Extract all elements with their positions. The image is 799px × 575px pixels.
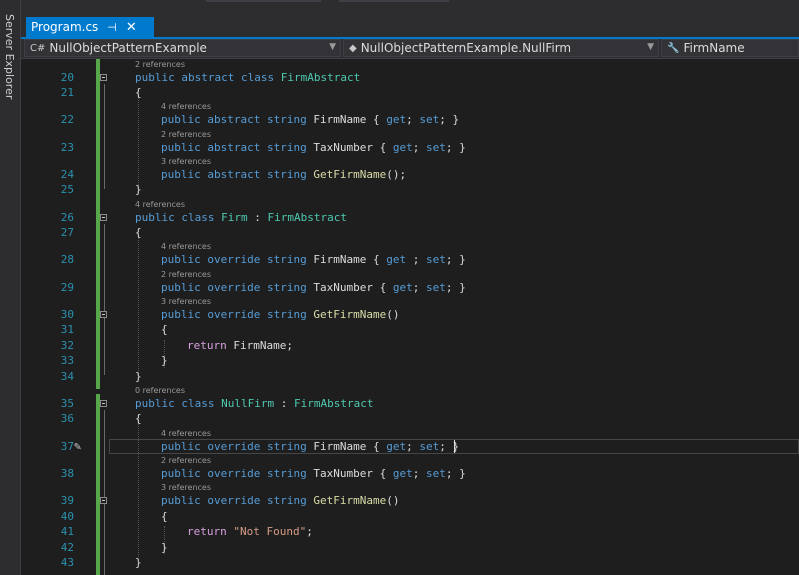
line-number: 35 (60, 397, 74, 410)
line-number: 29 (60, 281, 74, 294)
codelens-references[interactable]: 2 references (135, 60, 185, 69)
codelens-references[interactable]: 4 references (161, 242, 211, 251)
code-line: { (161, 510, 168, 523)
code-line: public class NullFirm : FirmAbstract (135, 397, 374, 410)
line-number: 26 (60, 211, 74, 224)
line-number: 33 (60, 354, 74, 367)
code-line: public override string TaxNumber { get; … (161, 281, 466, 294)
code-line: } (161, 354, 168, 367)
chevron-down-icon: ▼ (647, 42, 654, 52)
code-line: public class Firm : FirmAbstract (135, 211, 347, 224)
change-bar (96, 59, 100, 389)
codelens-references[interactable]: 2 references (161, 456, 211, 465)
chevron-down-icon: ▼ (329, 42, 336, 52)
project-dropdown[interactable]: C# NullObjectPatternExample ▼ (24, 39, 341, 57)
code-line: public abstract string GetFirmName(); (161, 168, 407, 181)
outline-line (104, 84, 105, 189)
server-explorer-tab[interactable]: Server Explorer (3, 14, 16, 99)
top-strip (21, 0, 799, 17)
line-number: 43 (60, 556, 74, 569)
code-line: } (135, 556, 142, 569)
code-editor[interactable]: ✎ 20 21 22 23 24 25 26 27 28 29 30 31 32… (21, 59, 799, 575)
line-number: 20 (60, 71, 74, 84)
outline-line (104, 410, 105, 575)
code-line: public override string GetFirmName() (161, 494, 400, 507)
change-bar (96, 394, 100, 575)
code-line: } (135, 370, 142, 383)
left-tool-strip: Server Explorer (0, 0, 21, 575)
line-number: 36 (60, 412, 74, 425)
edit-pencil-icon[interactable]: ✎ (74, 439, 81, 453)
member-label: FirmName (683, 41, 745, 55)
project-label: NullObjectPatternExample (49, 41, 207, 55)
code-line: { (135, 226, 142, 239)
collapse-toggle[interactable] (100, 311, 107, 318)
line-number: 21 (60, 86, 74, 99)
type-label: NullObjectPatternExample.NullFirm (360, 41, 572, 55)
document-tab-well: Program.cs ⊣ ✕ (21, 17, 799, 37)
outline-line (104, 224, 105, 375)
codelens-references[interactable]: 4 references (161, 102, 211, 111)
codelens-references[interactable]: 3 references (161, 297, 211, 306)
toolbar-edge (206, 0, 321, 2)
collapse-toggle[interactable] (100, 497, 107, 504)
code-line: return FirmName; (187, 339, 293, 352)
code-line: public abstract class FirmAbstract (135, 71, 361, 84)
line-number: 22 (60, 113, 74, 126)
line-number: 23 (60, 141, 74, 154)
codelens-references[interactable]: 4 references (161, 429, 211, 438)
line-number: 38 (60, 467, 74, 480)
tab-program-cs[interactable]: Program.cs ⊣ ✕ (26, 17, 154, 37)
line-number: 37 (60, 440, 74, 453)
line-number: 31 (60, 323, 74, 336)
csharp-project-icon: C# (30, 42, 46, 54)
code-line: { (135, 412, 142, 425)
code-line: } (135, 183, 142, 196)
codelens-references[interactable]: 2 references (161, 270, 211, 279)
line-number: 30 (60, 308, 74, 321)
navigation-bar: C# NullObjectPatternExample ▼ ◆ NullObje… (21, 39, 799, 59)
tab-label: Program.cs (31, 20, 99, 34)
indent-guide (138, 98, 139, 185)
collapse-toggle[interactable] (100, 400, 107, 407)
line-number: 42 (60, 541, 74, 554)
codelens-references[interactable]: 4 references (135, 200, 185, 209)
code-line: { (161, 323, 168, 336)
line-number: 25 (60, 183, 74, 196)
close-icon[interactable]: ✕ (126, 20, 137, 35)
code-line: public override string TaxNumber { get; … (161, 467, 466, 480)
code-line: } (161, 541, 168, 554)
member-dropdown[interactable]: 🔧 FirmName (661, 39, 799, 57)
line-number: 28 (60, 253, 74, 266)
line-number: 39 (60, 494, 74, 507)
line-number: 34 (60, 370, 74, 383)
collapse-toggle[interactable] (100, 74, 107, 81)
codelens-references[interactable]: 0 references (135, 386, 185, 395)
codelens-references[interactable]: 2 references (161, 130, 211, 139)
codelens-references[interactable]: 3 references (161, 483, 211, 492)
class-icon: ◆ (349, 42, 357, 54)
code-line: public override string FirmName { get ; … (161, 253, 466, 266)
indent-guide (138, 238, 139, 371)
codelens-references[interactable]: 3 references (161, 157, 211, 166)
code-line: public override string FirmName { get; s… (161, 440, 460, 453)
line-number: 41 (60, 525, 74, 538)
code-line: public abstract string FirmName { get; s… (161, 113, 460, 126)
type-dropdown[interactable]: ◆ NullObjectPatternExample.NullFirm ▼ (343, 39, 659, 57)
toolbar-edge (339, 0, 449, 2)
wrench-property-icon: 🔧 (667, 42, 680, 54)
line-number: 24 (60, 168, 74, 181)
pin-icon[interactable]: ⊣ (107, 21, 117, 34)
line-number: 40 (60, 510, 74, 523)
code-line: { (135, 86, 142, 99)
code-line: return "Not Found"; (187, 525, 313, 538)
line-number: 27 (60, 226, 74, 239)
code-line: public abstract string TaxNumber { get; … (161, 141, 466, 154)
code-line: public override string GetFirmName() (161, 308, 400, 321)
line-number: 32 (60, 339, 74, 352)
collapse-toggle[interactable] (100, 214, 107, 221)
